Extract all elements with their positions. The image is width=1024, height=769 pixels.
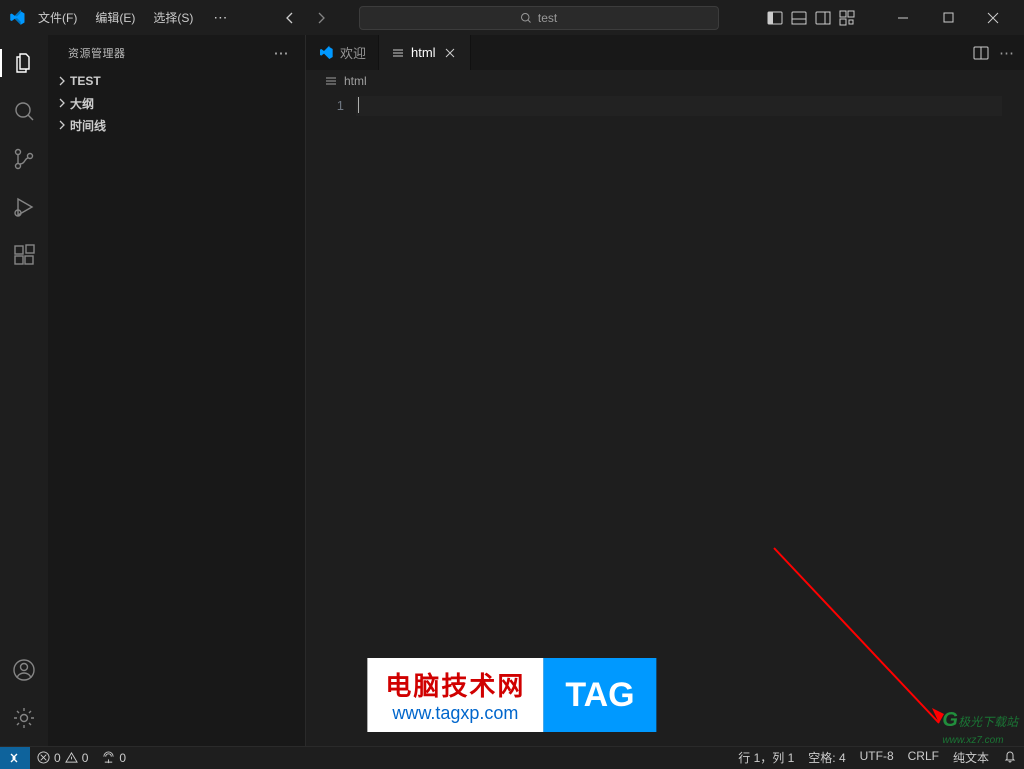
error-icon <box>37 751 50 764</box>
file-icon <box>391 46 405 60</box>
file-icon <box>324 74 338 88</box>
window-minimize-button[interactable] <box>881 3 926 33</box>
activity-account[interactable] <box>0 650 48 690</box>
sidebar-title: 资源管理器 <box>68 45 274 61</box>
sidebar-timeline[interactable]: 时间线 <box>48 114 305 136</box>
chevron-right-icon <box>56 97 70 109</box>
sidebar-item-label: TEST <box>70 74 101 88</box>
layout-toggle-bottom-icon[interactable] <box>791 10 807 26</box>
line-gutter: 1 <box>306 92 356 746</box>
menu-select[interactable]: 选择(S) <box>147 5 199 30</box>
status-problems[interactable]: 0 0 <box>30 747 95 768</box>
nav-forward-icon[interactable] <box>311 8 331 28</box>
tab-html[interactable]: html <box>379 35 471 70</box>
global-search-input[interactable]: test <box>359 6 719 30</box>
text-cursor <box>358 97 359 113</box>
breadcrumb-file: html <box>344 74 367 88</box>
status-notifications-icon[interactable] <box>996 749 1024 763</box>
status-remote-button[interactable] <box>0 747 30 769</box>
vscode-icon <box>318 45 334 61</box>
vscode-icon <box>8 9 26 27</box>
status-language[interactable]: 纯文本 <box>946 749 996 766</box>
search-icon <box>520 12 532 24</box>
watermark-overlay-2: G极光下载站 www.xz7.com <box>942 709 1018 746</box>
sidebar-item-label: 时间线 <box>70 117 106 134</box>
menu-edit[interactable]: 编辑(E) <box>89 5 141 30</box>
editor-content[interactable] <box>356 92 1024 746</box>
search-value: test <box>538 11 557 25</box>
watermark-overlay: 电脑技术网 www.tagxp.com TAG <box>367 658 656 732</box>
chevron-right-icon <box>56 119 70 131</box>
warning-icon <box>65 751 78 764</box>
activity-extensions[interactable] <box>0 235 48 275</box>
window-close-button[interactable] <box>971 3 1016 33</box>
tab-close-button[interactable] <box>442 45 458 61</box>
breadcrumb[interactable]: html <box>306 70 1024 92</box>
layout-toggle-right-icon[interactable] <box>815 10 831 26</box>
activity-explorer[interactable] <box>0 43 48 83</box>
status-indentation[interactable]: 空格: 4 <box>801 749 852 766</box>
activity-search[interactable] <box>0 91 48 131</box>
status-eol[interactable]: CRLF <box>901 749 946 763</box>
sidebar-folder-test[interactable]: TEST <box>48 70 305 92</box>
activity-settings[interactable] <box>0 698 48 738</box>
sidebar-outline[interactable]: 大纲 <box>48 92 305 114</box>
radio-tower-icon <box>102 751 115 764</box>
sidebar-more-icon[interactable]: ⋯ <box>274 44 290 62</box>
status-cursor-position[interactable]: 行 1，列 1 <box>731 749 801 766</box>
layout-customize-icon[interactable] <box>839 10 855 26</box>
tab-welcome[interactable]: 欢迎 <box>306 35 379 70</box>
sidebar-item-label: 大纲 <box>70 95 94 112</box>
layout-toggle-left-icon[interactable] <box>767 10 783 26</box>
tab-label: 欢迎 <box>340 43 366 62</box>
editor-more-icon[interactable]: ⋯ <box>999 44 1014 62</box>
nav-back-icon[interactable] <box>281 8 301 28</box>
menu-file[interactable]: 文件(F) <box>32 5 83 30</box>
chevron-right-icon <box>56 75 70 87</box>
activity-source-control[interactable] <box>0 139 48 179</box>
tab-label: html <box>411 45 436 60</box>
window-maximize-button[interactable] <box>926 3 971 33</box>
split-editor-icon[interactable] <box>973 45 989 61</box>
activity-run-debug[interactable] <box>0 187 48 227</box>
status-encoding[interactable]: UTF-8 <box>853 749 901 763</box>
status-ports[interactable]: 0 <box>95 747 133 768</box>
menu-more[interactable]: ⋯ <box>205 5 235 30</box>
